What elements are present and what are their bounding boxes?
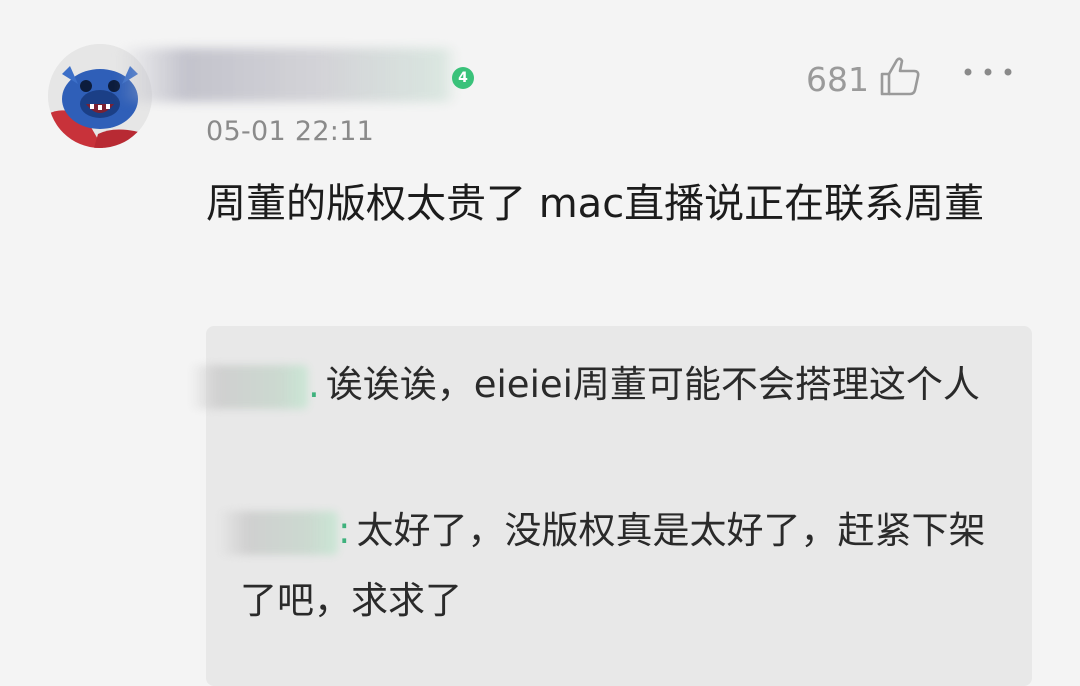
comment-timestamp: 05-01 22:11 [206,116,375,147]
reply-text: 诶诶诶，eieiei周董可能不会搭理这个人 [325,363,980,406]
reply-separator: : [338,509,351,552]
reply-item[interactable]: : 太好了，没版权真是太好了，赶紧下架了吧，求求了 [218,496,1020,636]
reply-list[interactable]: . 诶诶诶，eieiei周董可能不会搭理这个人 : 太好了，没版权真是太好了，赶紧下… [190,326,1032,686]
reply-username-blurred[interactable] [190,364,308,409]
reply-separator: . [308,363,320,406]
reply-item[interactable]: . 诶诶诶，eieiei周董可能不会搭理这个人 [190,350,1020,420]
more-dots-icon[interactable] [962,62,1014,82]
comment-text: 周董的版权太贵了 mac直播说正在联系周董 [206,181,985,227]
reply-text: 太好了，没版权真是太好了，赶紧下架了吧，求求了 [240,509,986,622]
like-count: 681 [806,60,869,99]
thumbs-up-icon[interactable] [878,54,922,98]
reply-username-blurred[interactable] [218,510,338,555]
level-badge: 4 [452,67,474,89]
username-blurred[interactable] [118,48,458,102]
